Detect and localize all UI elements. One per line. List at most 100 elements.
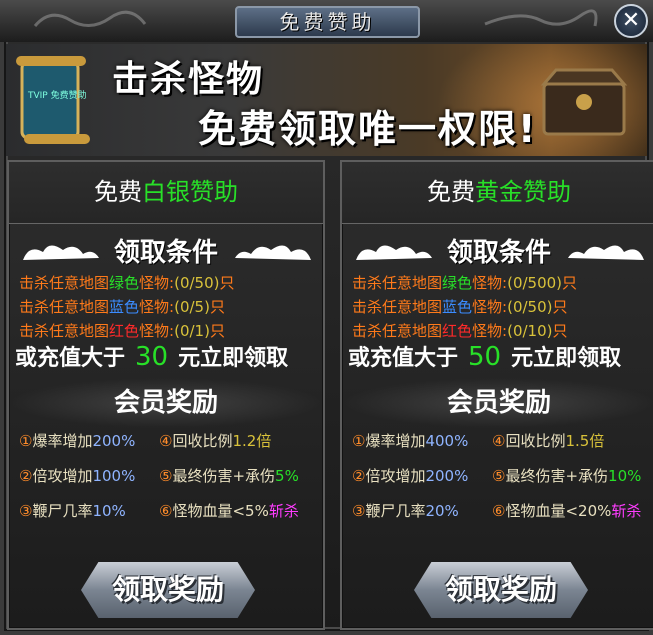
reward-number: ④ (159, 432, 173, 450)
reward-number: ③ (19, 502, 33, 520)
title-bar[interactable]: 免费赞助 ✕ (0, 0, 653, 42)
rewards-title: 会员奖励 (9, 378, 323, 428)
condition-progress: (0/50) (507, 298, 553, 316)
recharge-amount: 50 (468, 342, 502, 372)
condition-color: 蓝色 (109, 298, 140, 316)
banner-subheadline: 免费领取唯一权限! (198, 107, 538, 151)
condition-row: 击杀任意地图蓝色怪物:(0/5)只 (19, 296, 225, 317)
reward-item: ③鞭尸几率20% (352, 500, 459, 521)
reward-item: ④回收比例1.2倍 (159, 430, 271, 451)
claim-reward-button[interactable]: 领取奖励 (414, 562, 588, 618)
reward-item: ②倍攻增加200% (352, 465, 468, 486)
condition-color: 绿色 (442, 274, 473, 292)
claim-reward-button[interactable]: 领取奖励 (81, 562, 255, 618)
reward-label: 倍攻增加 (32, 467, 93, 485)
reward-item: ⑥怪物血量<5%斩杀 (159, 500, 299, 521)
reward-label: 爆率增加 (365, 432, 426, 450)
reward-item: ⑤最终伤害+承伤10% (492, 465, 641, 486)
condition-progress: (0/50) (174, 274, 220, 292)
scroll-icon: TVIP 免费赞助 (16, 56, 90, 144)
reward-value: 5% (275, 467, 299, 485)
scroll-text: TVIP 免费赞助 (27, 89, 87, 101)
rewards-title: 会员奖励 (342, 378, 653, 428)
reward-number: ② (352, 467, 366, 485)
reward-number: ⑤ (492, 467, 506, 485)
reward-label: 鞭尸几率 (365, 502, 426, 520)
condition-unit: 只 (219, 274, 235, 292)
promo-banner: TVIP 免费赞助 击杀怪物 免费领取唯一权限! (6, 44, 647, 156)
reward-value: 10% (92, 502, 126, 520)
reward-number: ① (352, 432, 366, 450)
condition-prefix: 击杀任意地图 (19, 322, 110, 340)
condition-prefix: 击杀任意地图 (352, 322, 443, 340)
condition-unit: 只 (209, 322, 225, 340)
condition-row: 击杀任意地图红色怪物:(0/10)只 (352, 320, 568, 341)
reward-label: 回收比例 (505, 432, 566, 450)
reward-value: 斩杀 (611, 502, 642, 520)
heading-prefix: 免费 (427, 178, 475, 206)
reward-value: 1.5倍 (565, 432, 605, 450)
condition-progress: (0/500) (507, 274, 563, 292)
condition-row: 击杀任意地图红色怪物:(0/1)只 (19, 320, 225, 341)
reward-value: 400% (425, 432, 469, 450)
reward-item: ②倍攻增加100% (19, 465, 135, 486)
condition-suffix: 怪物: (139, 298, 175, 316)
conditions-title: 领取条件 (446, 238, 551, 268)
banner-headline: 击杀怪物 (112, 59, 265, 100)
condition-row: 击杀任意地图绿色怪物:(0/50)只 (19, 272, 235, 293)
close-button[interactable]: ✕ (614, 4, 648, 38)
recharge-suffix: 元立即领取 (511, 346, 622, 371)
close-icon: ✕ (621, 8, 641, 33)
reward-number: ⑤ (159, 467, 173, 485)
reward-label: 怪物血量<20% (505, 502, 612, 520)
panel-heading: 免费黄金赞助 (342, 162, 653, 224)
reward-label: 回收比例 (172, 432, 233, 450)
reward-number: ⑥ (159, 502, 173, 520)
dragon-ornament-icon (33, 10, 147, 27)
reward-value: 10% (608, 467, 642, 485)
reward-item: ④回收比例1.5倍 (492, 430, 604, 451)
reward-value: 200% (92, 432, 136, 450)
condition-row: 击杀任意地图蓝色怪物:(0/50)只 (352, 296, 568, 317)
condition-unit: 只 (552, 298, 568, 316)
recharge-prefix: 或充值大于 (348, 346, 459, 371)
reward-label: 怪物血量<5% (172, 502, 269, 520)
reward-item: ③鞭尸几率10% (19, 500, 126, 521)
reward-number: ⑥ (492, 502, 506, 520)
reward-value: 斩杀 (268, 502, 299, 520)
condition-color: 蓝色 (442, 298, 473, 316)
reward-value: 200% (425, 467, 469, 485)
condition-color: 红色 (109, 322, 140, 340)
recharge-amount: 30 (135, 342, 169, 372)
treasure-box-icon (540, 68, 628, 136)
reward-label: 鞭尸几率 (32, 502, 93, 520)
reward-item: ⑤最终伤害+承伤5% (159, 465, 299, 486)
condition-progress: (0/10) (507, 322, 553, 340)
condition-prefix: 击杀任意地图 (19, 274, 110, 292)
condition-suffix: 怪物: (139, 274, 175, 292)
reward-value: 1.2倍 (232, 432, 272, 450)
panel-heading: 免费白银赞助 (9, 162, 323, 224)
reward-number: ① (19, 432, 33, 450)
recharge-prefix: 或充值大于 (15, 346, 126, 371)
condition-progress: (0/5) (174, 298, 210, 316)
condition-prefix: 击杀任意地图 (19, 298, 110, 316)
window-title: 免费赞助 (235, 6, 420, 38)
reward-item: ①爆率增加200% (19, 430, 135, 451)
condition-prefix: 击杀任意地图 (352, 298, 443, 316)
recharge-line: 或充值大于 50 元立即领取 (348, 340, 621, 372)
recharge-line: 或充值大于 30 元立即领取 (15, 340, 288, 372)
reward-number: ③ (352, 502, 366, 520)
condition-suffix: 怪物: (472, 298, 508, 316)
condition-unit: 只 (562, 274, 578, 292)
condition-prefix: 击杀任意地图 (352, 274, 443, 292)
reward-number: ② (19, 467, 33, 485)
heading-tier: 黄金赞助 (475, 178, 571, 206)
condition-suffix: 怪物: (139, 322, 175, 340)
dragon-ornament-icon (484, 9, 598, 27)
sponsor-panel-gold: 免费黄金赞助 领取条件 击杀任意地图绿色怪物:(0/500)只 击杀任意地图蓝色… (340, 160, 653, 630)
condition-suffix: 怪物: (472, 322, 508, 340)
condition-suffix: 怪物: (472, 274, 508, 292)
heading-prefix: 免费 (94, 178, 142, 206)
condition-row: 击杀任意地图绿色怪物:(0/500)只 (352, 272, 577, 293)
